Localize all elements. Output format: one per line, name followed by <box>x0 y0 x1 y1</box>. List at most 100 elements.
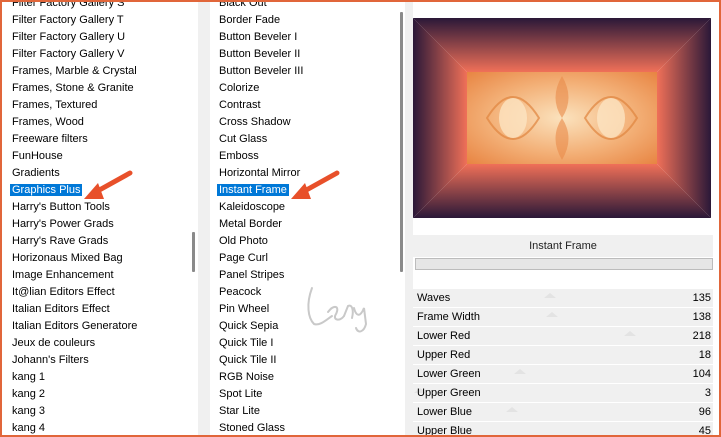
slider-row[interactable]: Lower Blue 96 <box>413 403 713 422</box>
filter-list-item-label: Quick Sepia <box>219 320 279 332</box>
slider-row[interactable]: Upper Blue 45 <box>413 422 713 437</box>
filter-list-item-label: Kaleidoscope <box>219 201 286 213</box>
filter-list-item[interactable]: Contrast <box>216 97 386 114</box>
slider-label: Lower Red <box>417 330 471 342</box>
filter-list[interactable]: Black Out Border Fade Button Beveler I Butt… <box>216 0 386 435</box>
progress-bar <box>415 258 713 270</box>
category-list-item[interactable]: kang 3 <box>9 403 187 420</box>
category-list-item[interactable]: It@lian Editors Effect <box>9 284 187 301</box>
filter-list-item[interactable]: Star Lite <box>216 403 386 420</box>
category-list-item-label: Filter Factory Gallery U <box>12 31 126 43</box>
filter-list-item-label: Contrast <box>219 99 261 111</box>
filter-list-item[interactable]: Colorize <box>216 80 386 97</box>
slider-thumb[interactable] <box>506 407 518 412</box>
category-list-item-label: Frames, Stone & Granite <box>12 82 134 94</box>
category-list-item-label: Jeux de couleurs <box>12 337 96 349</box>
slider-thumb[interactable] <box>513 369 526 374</box>
category-list-item[interactable]: Filter Factory Gallery S <box>9 2 187 12</box>
slider-row[interactable]: Lower Green 104 <box>413 365 713 384</box>
category-list-item[interactable]: Johann's Filters <box>9 352 187 369</box>
slider-row[interactable]: Waves 135 <box>413 289 713 308</box>
category-list-item[interactable]: Frames, Textured <box>9 97 187 114</box>
category-list-item-label: kang 4 <box>12 422 46 434</box>
category-list-item-label: Frames, Textured <box>12 99 98 111</box>
category-list-item-label: Harry's Rave Grads <box>12 235 109 247</box>
category-list-item[interactable]: Freeware filters <box>9 131 187 148</box>
category-list-item[interactable]: Frames, Wood <box>9 114 187 131</box>
filter-list-item[interactable]: Stoned Glass <box>216 420 386 435</box>
category-list-item[interactable]: FunHouse <box>9 148 187 165</box>
slider-thumb[interactable] <box>623 331 636 336</box>
category-list-item[interactable]: Horizonaus Mixed Bag <box>9 250 187 267</box>
slider-label: Upper Green <box>417 387 481 399</box>
filter-list-item[interactable]: Spot Lite <box>216 386 386 403</box>
category-list-item[interactable]: kang 2 <box>9 386 187 403</box>
filter-list-item-label: Quick Tile II <box>219 354 277 366</box>
filter-list-item-label: Page Curl <box>219 252 268 264</box>
filter-list-item[interactable]: Metal Border <box>216 216 386 233</box>
category-list-item[interactable]: Harry's Rave Grads <box>9 233 187 250</box>
filter-list-item[interactable]: Border Fade <box>216 12 386 29</box>
slider-label: Upper Blue <box>417 425 473 437</box>
category-list-item[interactable]: Harry's Power Grads <box>9 216 187 233</box>
category-list-item[interactable]: Frames, Stone & Granite <box>9 80 187 97</box>
category-list[interactable]: Filter Factory Gallery S Filter Factory G… <box>9 2 187 435</box>
filter-list-item-label: Pin Wheel <box>219 303 270 315</box>
slider-label: Lower Green <box>417 368 481 380</box>
category-list-item[interactable]: Italian Editors Effect <box>9 301 187 318</box>
filter-list-item-label: Spot Lite <box>219 388 263 400</box>
filter-list-item[interactable]: Cut Glass <box>216 131 386 148</box>
filter-list-item[interactable]: Button Beveler II <box>216 46 386 63</box>
category-list-item-label: Johann's Filters <box>12 354 89 366</box>
filter-list-item-label: RGB Noise <box>219 371 275 383</box>
slider-row[interactable]: Frame Width 138 <box>413 308 713 327</box>
filter-list-item-label: Border Fade <box>219 14 281 26</box>
category-list-item[interactable]: kang 1 <box>9 369 187 386</box>
filter-list-item[interactable]: Emboss <box>216 148 386 165</box>
filter-scrollbar-track[interactable] <box>405 2 413 435</box>
filter-scrollbar-thumb[interactable] <box>400 12 403 272</box>
category-list-item-label: Freeware filters <box>12 133 88 145</box>
category-list-item[interactable]: Italian Editors Generatore <box>9 318 187 335</box>
slider-label: Waves <box>417 292 451 304</box>
category-list-item[interactable]: Filter Factory Gallery U <box>9 29 187 46</box>
filter-list-item-label: Black Out <box>219 0 267 9</box>
category-list-item[interactable]: Frames, Marble & Crystal <box>9 63 187 80</box>
parameter-sliders: Waves 135 Frame Width 138 Lower Red 218 Upper … <box>413 289 713 437</box>
slider-thumb[interactable] <box>546 312 558 317</box>
signature-watermark <box>307 287 368 333</box>
category-list-item[interactable]: Filter Factory Gallery T <box>9 12 187 29</box>
slider-value: 218 <box>692 330 711 342</box>
slider-row[interactable]: Upper Red 18 <box>413 346 713 365</box>
filter-list-item[interactable]: Old Photo <box>216 233 386 250</box>
category-list-item[interactable]: kang 4 <box>9 420 187 435</box>
slider-track[interactable] <box>417 293 667 299</box>
slider-value: 96 <box>698 406 711 418</box>
slider-row[interactable]: Upper Green 3 <box>413 384 713 403</box>
category-list-item[interactable]: Filter Factory Gallery V <box>9 46 187 63</box>
category-list-item-label: Graphics Plus <box>10 184 83 196</box>
category-list-item-label: Harry's Power Grads <box>12 218 114 230</box>
filter-list-item[interactable]: Button Beveler III <box>216 63 386 80</box>
category-list-item-label: FunHouse <box>12 150 63 162</box>
slider-thumb[interactable] <box>543 293 556 298</box>
category-list-item[interactable]: Jeux de couleurs <box>9 335 187 352</box>
filter-list-item[interactable]: Cross Shadow <box>216 114 386 131</box>
category-list-item-label: Frames, Wood <box>12 116 84 128</box>
filter-list-item[interactable]: Button Beveler I <box>216 29 386 46</box>
category-list-item-label: It@lian Editors Effect <box>12 286 115 298</box>
filter-list-item[interactable]: Black Out <box>216 0 386 12</box>
category-scrollbar-thumb[interactable] <box>192 232 195 272</box>
filters-unlimited-window: Filter Factory Gallery S Filter Factory G… <box>0 0 721 437</box>
filter-list-item[interactable]: Page Curl <box>216 250 386 267</box>
filter-list-item[interactable]: RGB Noise <box>216 369 386 386</box>
filter-list-item[interactable]: Quick Tile II <box>216 352 386 369</box>
category-scrollbar-track[interactable] <box>198 2 210 435</box>
category-list-item-label: Frames, Marble & Crystal <box>12 65 137 77</box>
filter-list-item-label: Button Beveler I <box>219 31 298 43</box>
slider-row[interactable]: Lower Red 218 <box>413 327 713 346</box>
slider-value: 45 <box>698 425 711 437</box>
category-list-item-label: Horizonaus Mixed Bag <box>12 252 123 264</box>
filter-list-item-label: Peacock <box>219 286 262 298</box>
category-list-item[interactable]: Image Enhancement <box>9 267 187 284</box>
